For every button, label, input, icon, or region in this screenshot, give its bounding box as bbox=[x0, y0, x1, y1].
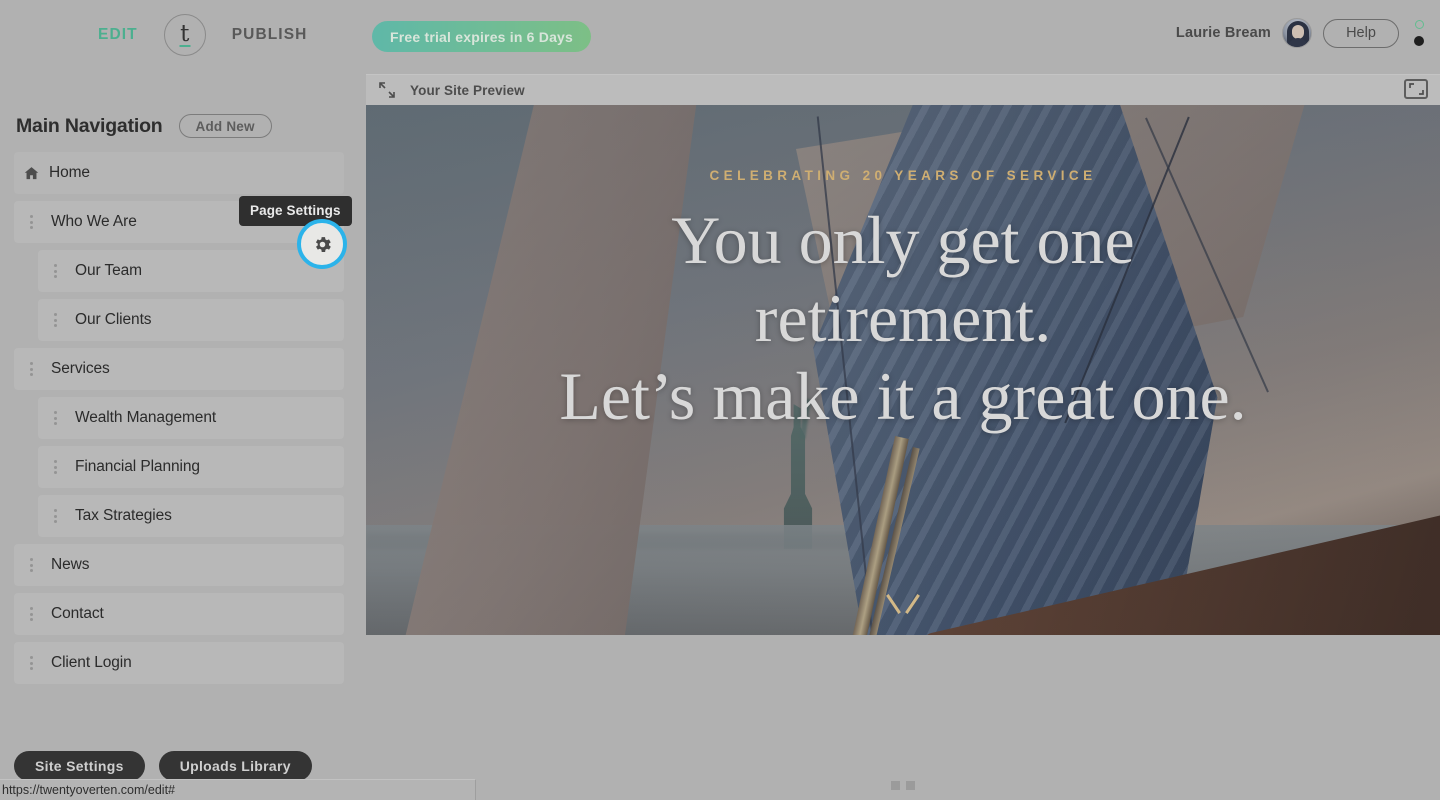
home-icon bbox=[23, 165, 40, 182]
app-logo[interactable]: t bbox=[163, 14, 206, 56]
add-new-button[interactable]: Add New bbox=[178, 114, 272, 138]
mode-switcher: EDIT t PUBLISH bbox=[98, 14, 307, 56]
collapse-arrows-icon[interactable] bbox=[376, 79, 398, 101]
site-settings-button[interactable]: Site Settings bbox=[14, 751, 145, 781]
avatar[interactable] bbox=[1282, 18, 1312, 48]
drag-handle-icon[interactable] bbox=[44, 411, 66, 425]
avatar-face bbox=[1292, 25, 1304, 39]
status-bar: https://twentyoverten.com/edit# bbox=[0, 779, 476, 800]
page-title: Main Navigation bbox=[16, 114, 163, 137]
free-trial-badge[interactable]: Free trial expires in 6 Days bbox=[372, 21, 592, 52]
publish-mode-tab[interactable]: PUBLISH bbox=[232, 26, 308, 44]
sidebar-item-financial-planning[interactable]: Financial Planning bbox=[38, 446, 344, 488]
drag-handle-icon[interactable] bbox=[44, 264, 66, 278]
drag-handle-icon[interactable] bbox=[44, 313, 66, 327]
sidebar-item-label: Financial Planning bbox=[75, 458, 200, 475]
sidebar-item-news[interactable]: News bbox=[14, 544, 344, 586]
sidebar-item-label: Services bbox=[51, 360, 110, 377]
preview-toolbar: Your Site Preview bbox=[366, 74, 1440, 105]
online-status-icon bbox=[1414, 20, 1424, 29]
sidebar-item-label: Wealth Management bbox=[75, 409, 217, 426]
sidebar-item-contact[interactable]: Contact bbox=[14, 593, 344, 635]
preview-pane: Your Site Preview CELEBRATING 20 YEARS O… bbox=[366, 70, 1440, 800]
drag-handle-icon[interactable] bbox=[20, 656, 42, 670]
user-name-label: Laurie Bream bbox=[1175, 25, 1271, 41]
hero-section[interactable]: CELEBRATING 20 YEARS OF SERVICE You only… bbox=[366, 105, 1440, 635]
sidebar-item-client-login[interactable]: Client Login bbox=[14, 642, 344, 684]
notification-dot-icon[interactable] bbox=[1414, 36, 1424, 46]
app-root: EDIT t PUBLISH Free trial expires in 6 D… bbox=[0, 0, 1440, 800]
sidebar-item-tax-strategies[interactable]: Tax Strategies bbox=[38, 495, 344, 537]
sidebar-item-home[interactable]: Home bbox=[14, 152, 344, 194]
hero-headline-line-1: You only get one bbox=[671, 202, 1135, 278]
drag-handle-icon[interactable] bbox=[20, 558, 42, 572]
drag-handle-icon[interactable] bbox=[44, 460, 66, 474]
drag-handle-icon[interactable] bbox=[20, 215, 42, 229]
sidebar-item-label: Tax Strategies bbox=[75, 507, 172, 524]
sidebar-item-label: Our Team bbox=[75, 262, 142, 279]
top-bar: EDIT t PUBLISH Free trial expires in 6 D… bbox=[0, 0, 1440, 70]
logo-underline bbox=[179, 45, 191, 47]
uploads-library-button[interactable]: Uploads Library bbox=[158, 751, 312, 781]
drag-handle-icon[interactable] bbox=[20, 607, 42, 621]
grip-square bbox=[906, 781, 915, 790]
sidebar-item-label: Who We Are bbox=[51, 213, 137, 230]
logo-letter: t bbox=[180, 20, 190, 47]
sidebar: Main Navigation Add New Home Who We Are Ou… bbox=[0, 70, 360, 800]
edit-mode-tab[interactable]: EDIT bbox=[98, 26, 138, 44]
hero-headline: You only get one retirement. Let’s make … bbox=[366, 201, 1440, 435]
drag-handle-icon[interactable] bbox=[20, 362, 42, 376]
gear-icon[interactable] bbox=[297, 219, 347, 269]
help-button[interactable]: Help bbox=[1323, 18, 1399, 48]
page-resize-grip[interactable] bbox=[891, 781, 915, 790]
sidebar-item-label: Our Clients bbox=[75, 311, 152, 328]
grip-square bbox=[891, 781, 900, 790]
page-settings-control[interactable] bbox=[297, 219, 347, 269]
sidebar-item-our-clients[interactable]: Our Clients bbox=[38, 299, 344, 341]
sidebar-item-wealth-management[interactable]: Wealth Management bbox=[38, 397, 344, 439]
sidebar-item-label: Client Login bbox=[51, 654, 132, 671]
sidebar-item-services[interactable]: Services bbox=[14, 348, 344, 390]
sidebar-item-label: News bbox=[51, 556, 90, 573]
status-indicators bbox=[1414, 20, 1426, 46]
navigation-header: Main Navigation Add New bbox=[16, 114, 272, 138]
hero-eyebrow: CELEBRATING 20 YEARS OF SERVICE bbox=[709, 168, 1097, 183]
sidebar-item-label: Home bbox=[49, 164, 90, 181]
scroll-down-chevron-icon[interactable] bbox=[886, 593, 920, 613]
user-area: Laurie Bream Help bbox=[1176, 18, 1426, 48]
fullscreen-icon[interactable] bbox=[1404, 79, 1428, 99]
sidebar-item-label: Contact bbox=[51, 605, 104, 622]
drag-handle-icon[interactable] bbox=[44, 509, 66, 523]
sidebar-footer-buttons: Site Settings Uploads Library bbox=[14, 751, 312, 781]
hero-headline-line-3: Let’s make it a great one. bbox=[559, 358, 1247, 434]
preview-title-label: Your Site Preview bbox=[410, 82, 525, 98]
hero-headline-line-2: retirement. bbox=[754, 280, 1052, 356]
